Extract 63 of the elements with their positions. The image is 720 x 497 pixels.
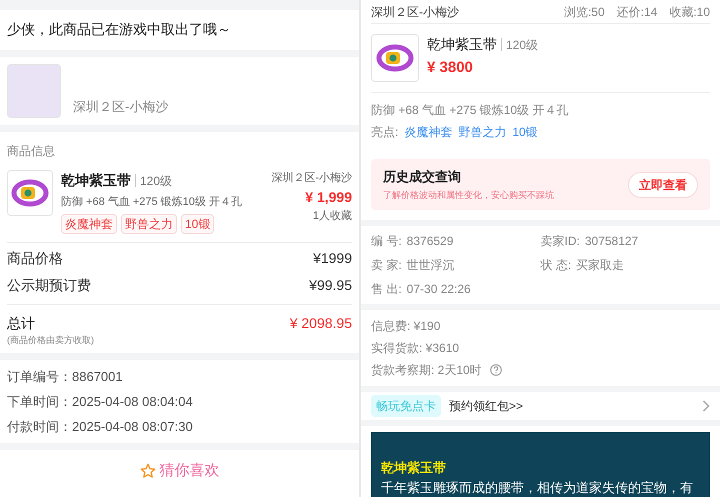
total-value: ¥ 2098.95 <box>290 314 352 332</box>
price-value: ¥1999 <box>313 248 352 268</box>
avatar-placeholder <box>7 64 61 118</box>
stat-text: 还价:14 <box>616 4 658 21</box>
fee-text: 货款考察期: 2天10时 <box>371 362 482 380</box>
detail-value: 07-30 22:26 <box>406 281 471 298</box>
recommend-title: 猜你喜欢 <box>160 461 220 481</box>
chevron-right-icon <box>702 400 710 412</box>
detail-label: 编 号: <box>371 233 402 250</box>
stat-text: 浏览:50 <box>564 4 605 21</box>
detail-value: 8376529 <box>406 233 454 250</box>
product-tag: 野兽之力 <box>121 214 177 234</box>
fee-text: 信息费: ¥190 <box>371 318 440 336</box>
seller-server: 深圳２区-小梅沙 <box>73 98 168 116</box>
item-price: ¥ 3800 <box>427 58 474 78</box>
promo-text: 预约领红包>> <box>449 398 524 416</box>
star-icon <box>140 463 156 480</box>
help-icon[interactable] <box>490 364 502 376</box>
product-tag: 10锻 <box>181 214 214 234</box>
total-label: 总计 <box>7 314 36 332</box>
item-attributes: 防御 +68 气血 +275 锻炼10级 开４孔 <box>371 102 570 120</box>
favorites-count: 1人收藏 <box>312 208 352 224</box>
order-value: 2025-04-08 08:04:04 <box>72 392 193 411</box>
promo-row[interactable]: 畅玩免点卡 预约领红包>> <box>361 392 720 420</box>
order-value: 8867001 <box>72 368 123 386</box>
view-button[interactable]: 立即查看 <box>628 172 698 198</box>
description-text: 千年紫玉雕琢而成的腰带，相传为道家失传的宝物，有 <box>381 478 694 496</box>
detail-label: 售 出: <box>371 281 402 298</box>
product-attributes: 防御 +68 气血 +275 锻炼10级 开４孔 <box>61 195 243 210</box>
server-text: 深圳２区-小梅沙 <box>371 4 459 21</box>
description-title: 乾坤紫玉带 <box>381 459 447 477</box>
section-title: 商品信息 <box>7 143 56 160</box>
product-level: 120级 <box>140 172 172 190</box>
price-label: 商品价格 <box>7 248 63 268</box>
product-name: 乾坤紫玉带 <box>61 171 131 190</box>
product-tag: 炎魔神套 <box>61 214 117 234</box>
order-value: 2025-04-08 08:07:30 <box>72 418 193 436</box>
detail-label: 状 态: <box>540 257 572 274</box>
promo-badge: 畅玩免点卡 <box>371 395 441 418</box>
detail-label: 卖 家: <box>371 257 402 274</box>
history-title: 历史成交查询 <box>383 168 462 186</box>
highlights-label: 亮点: <box>371 124 398 142</box>
detail-value: 买家取走 <box>576 257 624 274</box>
price-value: ¥99.95 <box>309 276 352 294</box>
total-note: (商品价格由卖方收取) <box>7 334 94 347</box>
product-server: 深圳２区-小梅沙 <box>271 171 352 186</box>
history-subtitle: 了解价格波动和属性变化，安心购买不踩坑 <box>383 188 554 202</box>
order-label: 付款时间： <box>7 418 72 436</box>
highlight-tag: 野兽之力 <box>458 123 506 142</box>
highlight-tag: 炎魔神套 <box>404 123 452 142</box>
product-price: ¥ 1,999 <box>305 188 352 206</box>
item-level: 120级 <box>506 36 538 54</box>
detail-value: 世世浮沉 <box>406 257 455 274</box>
notice-text: 少侠，此商品已在游戏中取出了哦～ <box>7 21 231 37</box>
highlight-tag: 10锻 <box>512 123 538 142</box>
stat-text: 收藏:10 <box>669 4 710 21</box>
order-label: 订单编号： <box>7 368 72 386</box>
order-label: 下单时间： <box>7 392 72 411</box>
item-name: 乾坤紫玉带 <box>427 35 497 54</box>
fee-text: 实得货款: ¥3610 <box>371 340 460 358</box>
price-label: 公示期预订费 <box>7 276 91 294</box>
detail-value: 30758127 <box>584 233 638 250</box>
detail-label: 卖家ID: <box>540 233 580 250</box>
